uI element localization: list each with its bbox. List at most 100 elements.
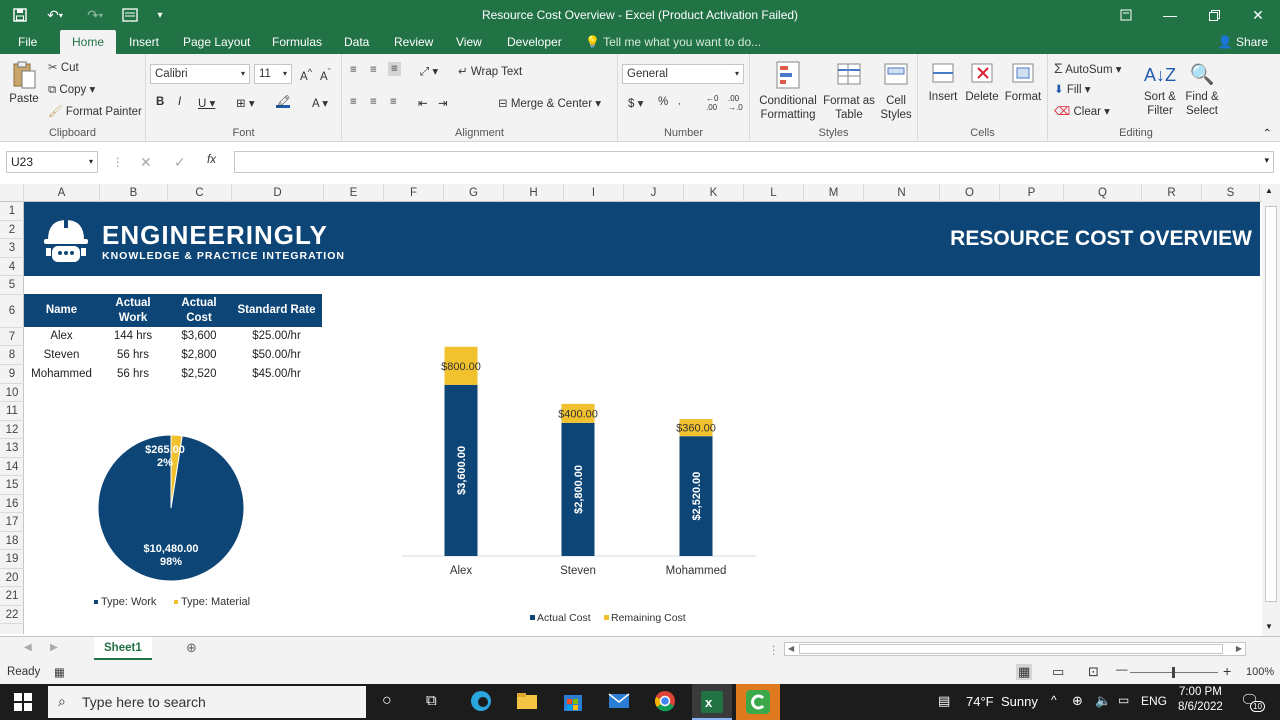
format-cells-button[interactable]: Format <box>1004 60 1042 103</box>
cell-rate[interactable]: $50.00/hr <box>231 346 322 365</box>
bottom-align-icon[interactable]: ≡ <box>388 62 401 76</box>
name-box[interactable]: U23 ▾ <box>6 151 98 173</box>
weather-icon[interactable]: ▤ <box>938 693 950 709</box>
cell-work[interactable]: 144 hrs <box>99 327 167 346</box>
cell-work[interactable]: 56 hrs <box>99 346 167 365</box>
fill-color-icon[interactable]: 🖍 <box>276 94 291 108</box>
collapse-ribbon-icon[interactable]: ⌃ <box>1262 126 1272 140</box>
show-hidden-icons[interactable]: ^ <box>1051 693 1057 707</box>
row-header-10[interactable]: 10 <box>0 384 24 403</box>
row-header-3[interactable]: 3 <box>0 239 24 258</box>
column-header-k[interactable]: K <box>684 184 744 202</box>
horizontal-scroll-thumb[interactable] <box>799 644 1223 654</box>
sheet-tab-sheet1[interactable]: Sheet1 <box>94 637 152 661</box>
macro-record-icon[interactable]: ▦ <box>54 665 65 679</box>
column-header-s[interactable]: S <box>1202 184 1260 202</box>
tab-insert[interactable]: Insert <box>129 30 159 54</box>
insert-cells-button[interactable]: Insert <box>926 60 960 103</box>
pie-chart[interactable]: $10,480.0098% $265.002% Type: Work Type: Ma… <box>64 422 304 622</box>
tab-page-layout[interactable]: Page Layout <box>183 30 250 54</box>
horizontal-scrollbar[interactable]: ◀ ▶ <box>784 642 1246 656</box>
comma-icon[interactable]: , <box>678 96 681 106</box>
align-center-icon[interactable]: ≡ <box>370 96 377 108</box>
tab-review[interactable]: Review <box>394 30 433 54</box>
tab-data[interactable]: Data <box>344 30 369 54</box>
column-header-f[interactable]: F <box>384 184 444 202</box>
row-header-8[interactable]: 8 <box>0 346 24 366</box>
row-header-22[interactable]: 22 <box>0 606 24 625</box>
formula-input[interactable]: ▾ <box>234 151 1274 173</box>
decrease-decimal-icon[interactable]: .00 →.0 <box>728 94 743 112</box>
merge-center-button[interactable]: ⊟ Merge & Center ▾ <box>498 96 601 110</box>
row-header-12[interactable]: 12 <box>0 421 24 440</box>
cut-button[interactable]: ✂ Cut <box>48 60 79 74</box>
column-header-p[interactable]: P <box>1000 184 1064 202</box>
font-size-select[interactable]: 11 ▾ <box>254 64 292 84</box>
ribbon-display-icon[interactable] <box>1104 0 1148 30</box>
font-color-icon[interactable]: A ▾ <box>312 96 328 110</box>
row-header-19[interactable]: 19 <box>0 550 24 569</box>
tab-view[interactable]: View <box>456 30 482 54</box>
cell-cost[interactable]: $3,600 <box>167 327 231 346</box>
row-header-14[interactable]: 14 <box>0 458 24 477</box>
row-header-20[interactable]: 20 <box>0 569 24 588</box>
prev-sheet-icon[interactable]: ◀ <box>24 642 32 653</box>
shrink-font-icon[interactable]: Aˇ <box>320 67 331 83</box>
percent-icon[interactable]: % <box>658 96 668 108</box>
column-header-q[interactable]: Q <box>1064 184 1142 202</box>
split-handle-icon[interactable]: ⋮ <box>768 643 780 657</box>
cell-rate[interactable]: $45.00/hr <box>231 365 322 384</box>
task-view-icon[interactable]: ⧉ <box>426 692 437 709</box>
notifications-icon[interactable]: 🗨 10 <box>1240 691 1265 712</box>
clock[interactable]: 7:00 PM 8/6/2022 <box>1178 686 1223 713</box>
row-header-15[interactable]: 15 <box>0 476 24 495</box>
cell-work[interactable]: 56 hrs <box>99 365 167 384</box>
bar-legend-item[interactable]: Actual Cost <box>530 612 591 624</box>
tab-file[interactable]: File <box>18 30 37 54</box>
zoom-slider-thumb[interactable] <box>1172 667 1175 678</box>
scroll-down-icon[interactable]: ▼ <box>1265 622 1273 631</box>
taskbar-search-box[interactable]: ⌕ Type here to search <box>48 686 366 718</box>
vertical-scrollbar[interactable]: ▲ ▼ <box>1262 184 1280 636</box>
orientation-icon[interactable]: ⤢ ▾ <box>420 64 438 79</box>
row-header-7[interactable]: 7 <box>0 328 24 347</box>
column-header-j[interactable]: J <box>624 184 684 202</box>
format-as-table-button[interactable]: Format as Table <box>822 60 876 122</box>
format-painter-button[interactable]: 🖌 Format Painter <box>48 104 142 118</box>
number-format-select[interactable]: General ▾ <box>622 64 744 84</box>
restore-icon[interactable] <box>1192 0 1236 30</box>
page-break-view-icon[interactable]: ⊡ <box>1088 664 1099 680</box>
store-icon[interactable] <box>562 690 584 715</box>
tab-developer[interactable]: Developer <box>507 30 562 54</box>
battery-icon[interactable]: ▭ <box>1118 693 1129 707</box>
column-header-o[interactable]: O <box>940 184 1000 202</box>
column-header-g[interactable]: G <box>444 184 504 202</box>
align-left-icon[interactable]: ≡ <box>350 96 357 108</box>
zoom-out-icon[interactable]: — <box>1116 664 1128 676</box>
tell-me-search[interactable]: 💡 Tell me what you want to do... <box>585 30 761 54</box>
column-header-d[interactable]: D <box>232 184 324 202</box>
weather-temperature[interactable]: 74°F <box>966 694 994 709</box>
row-header-17[interactable]: 17 <box>0 513 24 532</box>
share-button[interactable]: 👤 Share <box>1218 32 1268 52</box>
cancel-icon[interactable]: ✕ <box>140 154 152 171</box>
cell-cost[interactable]: $2,800 <box>167 346 231 365</box>
increase-indent-icon[interactable]: ⇥ <box>438 96 448 110</box>
cell-rate[interactable]: $25.00/hr <box>231 327 322 346</box>
file-explorer-icon[interactable] <box>516 691 538 714</box>
cell-name[interactable]: Alex <box>24 327 99 346</box>
row-header-21[interactable]: 21 <box>0 587 24 606</box>
column-header-l[interactable]: L <box>744 184 804 202</box>
pie-legend-item[interactable]: Type: Work <box>94 596 157 608</box>
italic-icon[interactable]: I <box>178 96 181 108</box>
row-header-2[interactable]: 2 <box>0 221 24 239</box>
fill-button[interactable]: ⬇ Fill ▾ <box>1054 82 1091 96</box>
chrome-icon[interactable] <box>654 690 676 715</box>
column-header-m[interactable]: M <box>804 184 864 202</box>
sort-filter-button[interactable]: A↓Z Sort & Filter <box>1140 60 1180 118</box>
camtasia-taskbar-button[interactable] <box>736 684 780 720</box>
cell-name[interactable]: Steven <box>24 346 99 365</box>
cortana-icon[interactable]: ○ <box>382 692 392 710</box>
page-layout-view-icon[interactable]: ▭ <box>1052 664 1064 680</box>
font-family-select[interactable]: Calibri ▾ <box>150 64 250 84</box>
